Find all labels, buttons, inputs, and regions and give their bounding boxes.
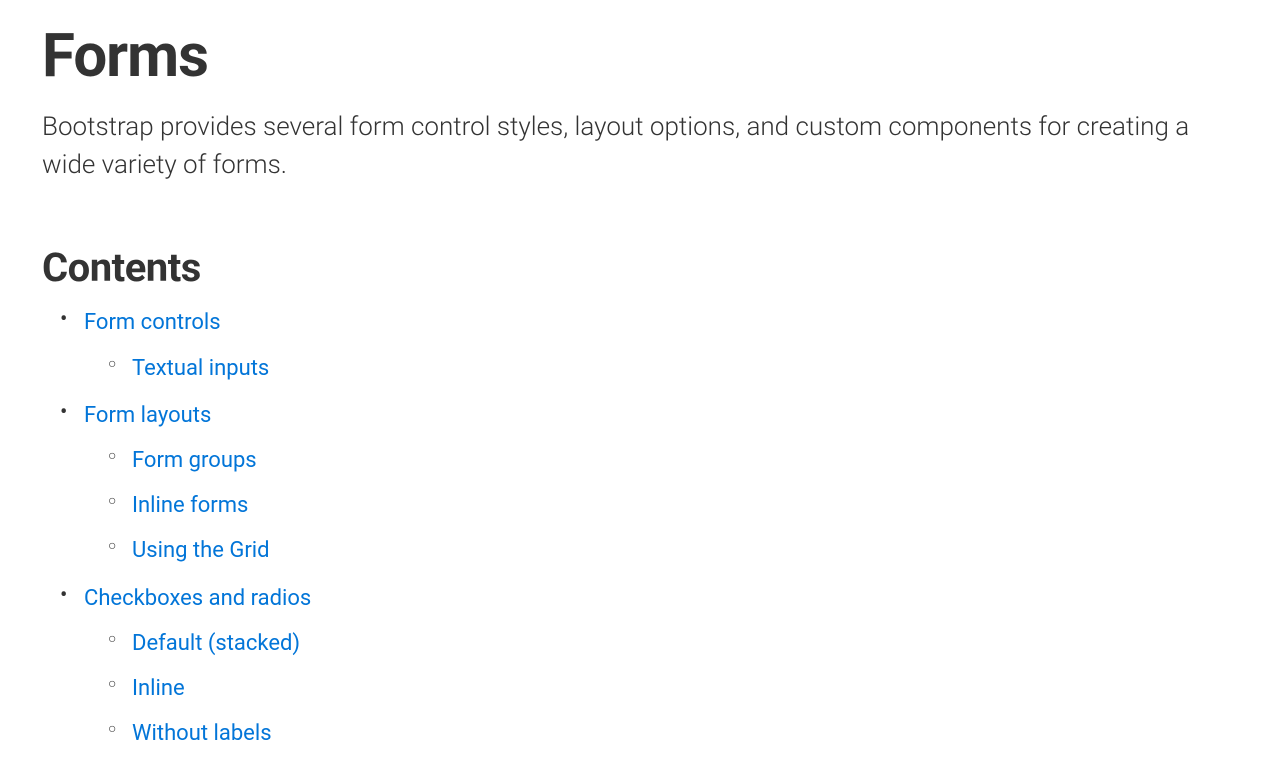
toc-link-inline[interactable]: Inline — [132, 676, 185, 701]
toc-link-default-stacked[interactable]: Default (stacked) — [132, 631, 300, 656]
toc-link-inline-forms[interactable]: Inline forms — [132, 493, 248, 518]
page-title: Forms — [42, 20, 1222, 91]
toc-list: Form controls Textual inputs Form layout… — [42, 305, 1222, 751]
toc-link-form-controls[interactable]: Form controls — [84, 310, 221, 335]
toc-item: Checkboxes and radios Default (stacked) … — [84, 581, 1222, 752]
toc-item: Form controls Textual inputs — [84, 305, 1222, 385]
toc-subitem: Form groups — [132, 443, 1222, 478]
lead-paragraph: Bootstrap provides several form control … — [42, 109, 1192, 184]
toc-subitem: Inline — [132, 671, 1222, 706]
toc-subitem: Textual inputs — [132, 351, 1222, 386]
toc-link-checkboxes-radios[interactable]: Checkboxes and radios — [84, 586, 311, 611]
toc-link-form-groups[interactable]: Form groups — [132, 448, 257, 473]
toc-sublist: Default (stacked) Inline Without labels — [84, 626, 1222, 752]
toc-sublist: Textual inputs — [84, 351, 1222, 386]
contents-heading: Contents — [42, 244, 1222, 291]
toc-link-without-labels[interactable]: Without labels — [132, 721, 272, 746]
toc-sublist: Form groups Inline forms Using the Grid — [84, 443, 1222, 569]
toc-link-using-grid[interactable]: Using the Grid — [132, 538, 270, 563]
toc-subitem: Using the Grid — [132, 533, 1222, 568]
toc-item: Form layouts Form groups Inline forms Us… — [84, 398, 1222, 569]
toc-subitem: Without labels — [132, 716, 1222, 751]
toc-subitem: Default (stacked) — [132, 626, 1222, 661]
toc-link-form-layouts[interactable]: Form layouts — [84, 403, 211, 428]
toc-subitem: Inline forms — [132, 488, 1222, 523]
toc-link-textual-inputs[interactable]: Textual inputs — [132, 356, 269, 381]
